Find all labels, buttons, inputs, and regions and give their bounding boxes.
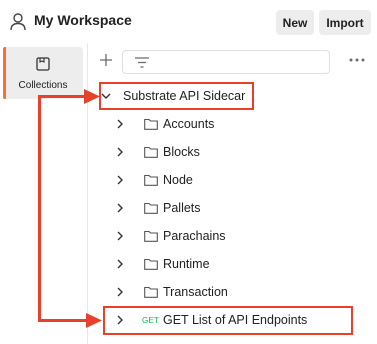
folder-label: Node	[163, 173, 193, 187]
import-button[interactable]: Import	[319, 10, 371, 35]
folder-row[interactable]: Parachains	[88, 222, 377, 250]
sidebar-rail: Collections	[0, 44, 88, 344]
folder-icon	[144, 258, 158, 270]
folder-label: Parachains	[163, 229, 226, 243]
folder-icon	[144, 286, 158, 298]
folder-row[interactable]: Runtime	[88, 250, 377, 278]
annotation-highlight-collection	[99, 82, 254, 110]
header: My Workspace New Import	[0, 0, 377, 44]
filter-input[interactable]	[122, 50, 330, 74]
folder-label: Transaction	[163, 285, 228, 299]
folder-row[interactable]: Accounts	[88, 110, 377, 138]
annotation-highlight-request	[103, 306, 353, 335]
chevron-right-icon[interactable]	[114, 202, 126, 214]
arrow-connector-top	[38, 95, 88, 98]
folder-row[interactable]: Node	[88, 166, 377, 194]
arrow-connector-vertical	[38, 95, 41, 321]
active-indicator	[3, 47, 6, 99]
workspace-title[interactable]: My Workspace	[34, 12, 132, 28]
folder-icon	[144, 146, 158, 158]
chevron-right-icon[interactable]	[114, 286, 126, 298]
filter-icon	[135, 57, 149, 68]
folder-label: Blocks	[163, 145, 200, 159]
arrow-icon	[86, 313, 102, 328]
collections-toolbar	[88, 44, 377, 80]
plus-icon[interactable]	[99, 53, 113, 67]
sidebar-item-label: Collections	[18, 80, 68, 91]
arrow-icon	[84, 89, 100, 104]
new-button[interactable]: New	[276, 10, 314, 35]
folder-row[interactable]: Transaction	[88, 278, 377, 306]
chevron-right-icon[interactable]	[114, 258, 126, 270]
folder-label: Accounts	[163, 117, 215, 131]
folder-row[interactable]: Pallets	[88, 194, 377, 222]
folder-icon	[144, 230, 158, 242]
collections-icon	[36, 57, 50, 71]
chevron-right-icon[interactable]	[114, 230, 126, 242]
folder-label: Pallets	[163, 201, 201, 215]
folder-icon	[144, 174, 158, 186]
folder-row[interactable]: Blocks	[88, 138, 377, 166]
chevron-right-icon[interactable]	[114, 146, 126, 158]
chevron-right-icon[interactable]	[114, 174, 126, 186]
sidebar-item-collections[interactable]: Collections	[3, 47, 83, 99]
folder-icon	[144, 118, 158, 130]
more-icon[interactable]	[349, 58, 365, 62]
folder-label: Runtime	[163, 257, 210, 271]
folder-icon	[144, 202, 158, 214]
arrow-connector-bottom	[38, 319, 90, 322]
user-icon	[10, 13, 26, 31]
chevron-right-icon[interactable]	[114, 118, 126, 130]
